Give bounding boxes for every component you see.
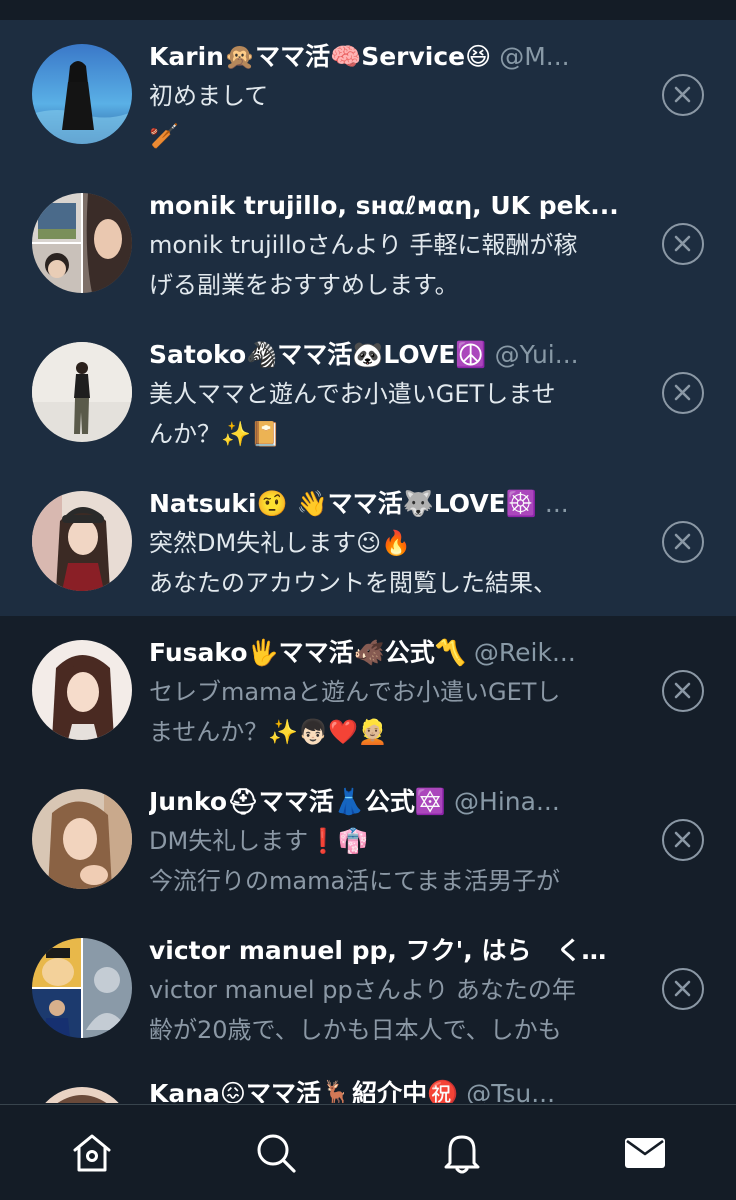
message-line: 今流行りのmama活にてまま活男子が	[149, 867, 560, 895]
conversation-title: Satoko🦓ママ活🐼LOVE☮️ @Yui...	[149, 338, 631, 372]
search-icon	[257, 1134, 296, 1173]
conversation-row[interactable]: Kana😖ママ活🦌紹介中㊗️ @Tsu...	[0, 1063, 736, 1103]
avatar[interactable]	[32, 342, 132, 442]
dismiss-button[interactable]	[662, 819, 704, 861]
dismiss-button[interactable]	[662, 968, 704, 1010]
message-preview: 突然DM失礼します😉🔥 あなたのアカウントを閲覧した結果、	[149, 523, 631, 603]
dismiss-button[interactable]	[662, 372, 704, 414]
sender-name: Fusako🖐ママ活🐗公式〽️	[149, 638, 466, 667]
message-line: 突然DM失礼します😉🔥	[149, 529, 412, 557]
sender-handle: ...	[544, 489, 569, 518]
close-icon	[674, 384, 691, 401]
conversation-row[interactable]: monik trujillo, sнαℓмαη, UK pek... monik…	[0, 169, 736, 318]
close-icon	[674, 235, 691, 252]
sender-name: Satoko🦓ママ活🐼LOVE☮️	[149, 340, 487, 369]
close-icon	[674, 86, 691, 103]
message-line: victor manuel ppさんより あなたの年	[149, 976, 576, 1004]
sender-name: Junko⛑ママ活👗公式🔯	[149, 787, 447, 816]
message-preview: victor manuel ppさんより あなたの年 齢が20歳で、しかも日本人…	[149, 970, 631, 1050]
close-icon	[674, 980, 691, 997]
sender-handle: @Yui...	[494, 340, 579, 369]
group-avatar[interactable]	[32, 938, 132, 1038]
sender-name: monik trujillo, sнαℓмαη, UK pek...	[149, 191, 619, 220]
close-icon	[674, 831, 691, 848]
message-line: あなたのアカウントを閲覧した結果、	[149, 569, 557, 597]
home-icon	[73, 1134, 111, 1172]
sender-handle: @Tsu...	[466, 1079, 556, 1103]
conversation-title: Kana😖ママ活🦌紹介中㊗️ @Tsu...	[149, 1077, 631, 1103]
bell-icon	[444, 1135, 480, 1174]
message-line: んか？✨📔	[149, 420, 281, 448]
message-line: DM失礼します❗️👘	[149, 827, 368, 855]
avatar[interactable]	[32, 1087, 132, 1103]
message-preview: セレブmamaと遊んでお小遣いGETし ませんか？✨👦🏻❤️👱🏼	[149, 672, 631, 752]
close-icon	[674, 533, 691, 550]
message-preview: 美人ママと遊んでお小遣いGETしませ んか？✨📔	[149, 374, 631, 454]
conversation-list[interactable]: Karin🙊ママ活🧠Service😆 @M... 初めまして 🏏 monik t…	[0, 20, 736, 1104]
close-icon	[674, 682, 691, 699]
conversation-title: Junko⛑ママ活👗公式🔯 @Hina...	[149, 785, 631, 819]
envelope-icon	[625, 1138, 665, 1168]
message-line: 美人ママと遊んでお小遣いGETしませ	[149, 380, 556, 408]
message-line: 初めまして	[149, 82, 269, 110]
bottom-tab-bar	[0, 1104, 736, 1200]
avatar[interactable]	[32, 491, 132, 591]
sender-handle: @Reik...	[473, 638, 576, 667]
conversation-row[interactable]: Junko⛑ママ活👗公式🔯 @Hina... DM失礼します❗️👘 今流行りのma…	[0, 765, 736, 914]
tab-notifications[interactable]	[440, 1131, 484, 1175]
sender-name: victor manuel pp, フク', はら く…	[149, 936, 607, 965]
conversation-title: victor manuel pp, フク', はら く…	[149, 934, 631, 968]
avatar[interactable]	[32, 44, 132, 144]
sender-handle: @Hina...	[454, 787, 560, 816]
message-preview: 初めまして 🏏	[149, 76, 631, 156]
message-line: monik trujilloさんより 手軽に報酬が稼	[149, 231, 578, 259]
tab-messages[interactable]	[623, 1131, 667, 1175]
sender-name: Natsuki🤨 👋ママ活🐺LOVE☸️	[149, 489, 537, 518]
dismiss-button[interactable]	[662, 670, 704, 712]
avatar[interactable]	[32, 789, 132, 889]
tab-home[interactable]	[70, 1131, 114, 1175]
dismiss-button[interactable]	[662, 223, 704, 265]
sender-name: Kana😖ママ活🦌紹介中㊗️	[149, 1079, 459, 1103]
message-line: ませんか？✨👦🏻❤️👱🏼	[149, 718, 388, 746]
conversation-title: Fusako🖐ママ活🐗公式〽️ @Reik...	[149, 636, 631, 670]
dismiss-button[interactable]	[662, 521, 704, 563]
dismiss-button[interactable]	[662, 74, 704, 116]
message-line: 齢が20歳で、しかも日本人で、しかも	[149, 1016, 562, 1044]
avatar[interactable]	[32, 640, 132, 740]
conversation-row[interactable]: victor manuel pp, フク', はら く… victor manu…	[0, 914, 736, 1063]
message-line: セレブmamaと遊んでお小遣いGETし	[149, 678, 561, 706]
message-line: 🏏	[149, 122, 179, 150]
message-line: げる副業をおすすめします。	[149, 271, 459, 299]
tab-search[interactable]	[254, 1131, 298, 1175]
message-preview: monik trujilloさんより 手軽に報酬が稼 げる副業をおすすめします。	[149, 225, 631, 305]
group-avatar[interactable]	[32, 193, 132, 293]
top-strip	[0, 0, 736, 20]
conversation-row[interactable]: Satoko🦓ママ活🐼LOVE☮️ @Yui... 美人ママと遊んでお小遣いGET…	[0, 318, 736, 467]
sender-name: Karin🙊ママ活🧠Service😆	[149, 42, 492, 71]
message-preview: DM失礼します❗️👘 今流行りのmama活にてまま活男子が	[149, 821, 631, 901]
conversation-title: Karin🙊ママ活🧠Service😆 @M...	[149, 40, 631, 74]
sender-handle: @M...	[499, 42, 570, 71]
conversation-row[interactable]: Fusako🖐ママ活🐗公式〽️ @Reik... セレブmamaと遊んでお小遣いG…	[0, 616, 736, 765]
conversation-row[interactable]: Natsuki🤨 👋ママ活🐺LOVE☸️... 突然DM失礼します😉🔥 あなたの…	[0, 467, 736, 616]
conversation-title: Natsuki🤨 👋ママ活🐺LOVE☸️...	[149, 487, 631, 521]
conversation-row[interactable]: Karin🙊ママ活🧠Service😆 @M... 初めまして 🏏	[0, 20, 736, 169]
conversation-title: monik trujillo, sнαℓмαη, UK pek...	[149, 189, 631, 223]
